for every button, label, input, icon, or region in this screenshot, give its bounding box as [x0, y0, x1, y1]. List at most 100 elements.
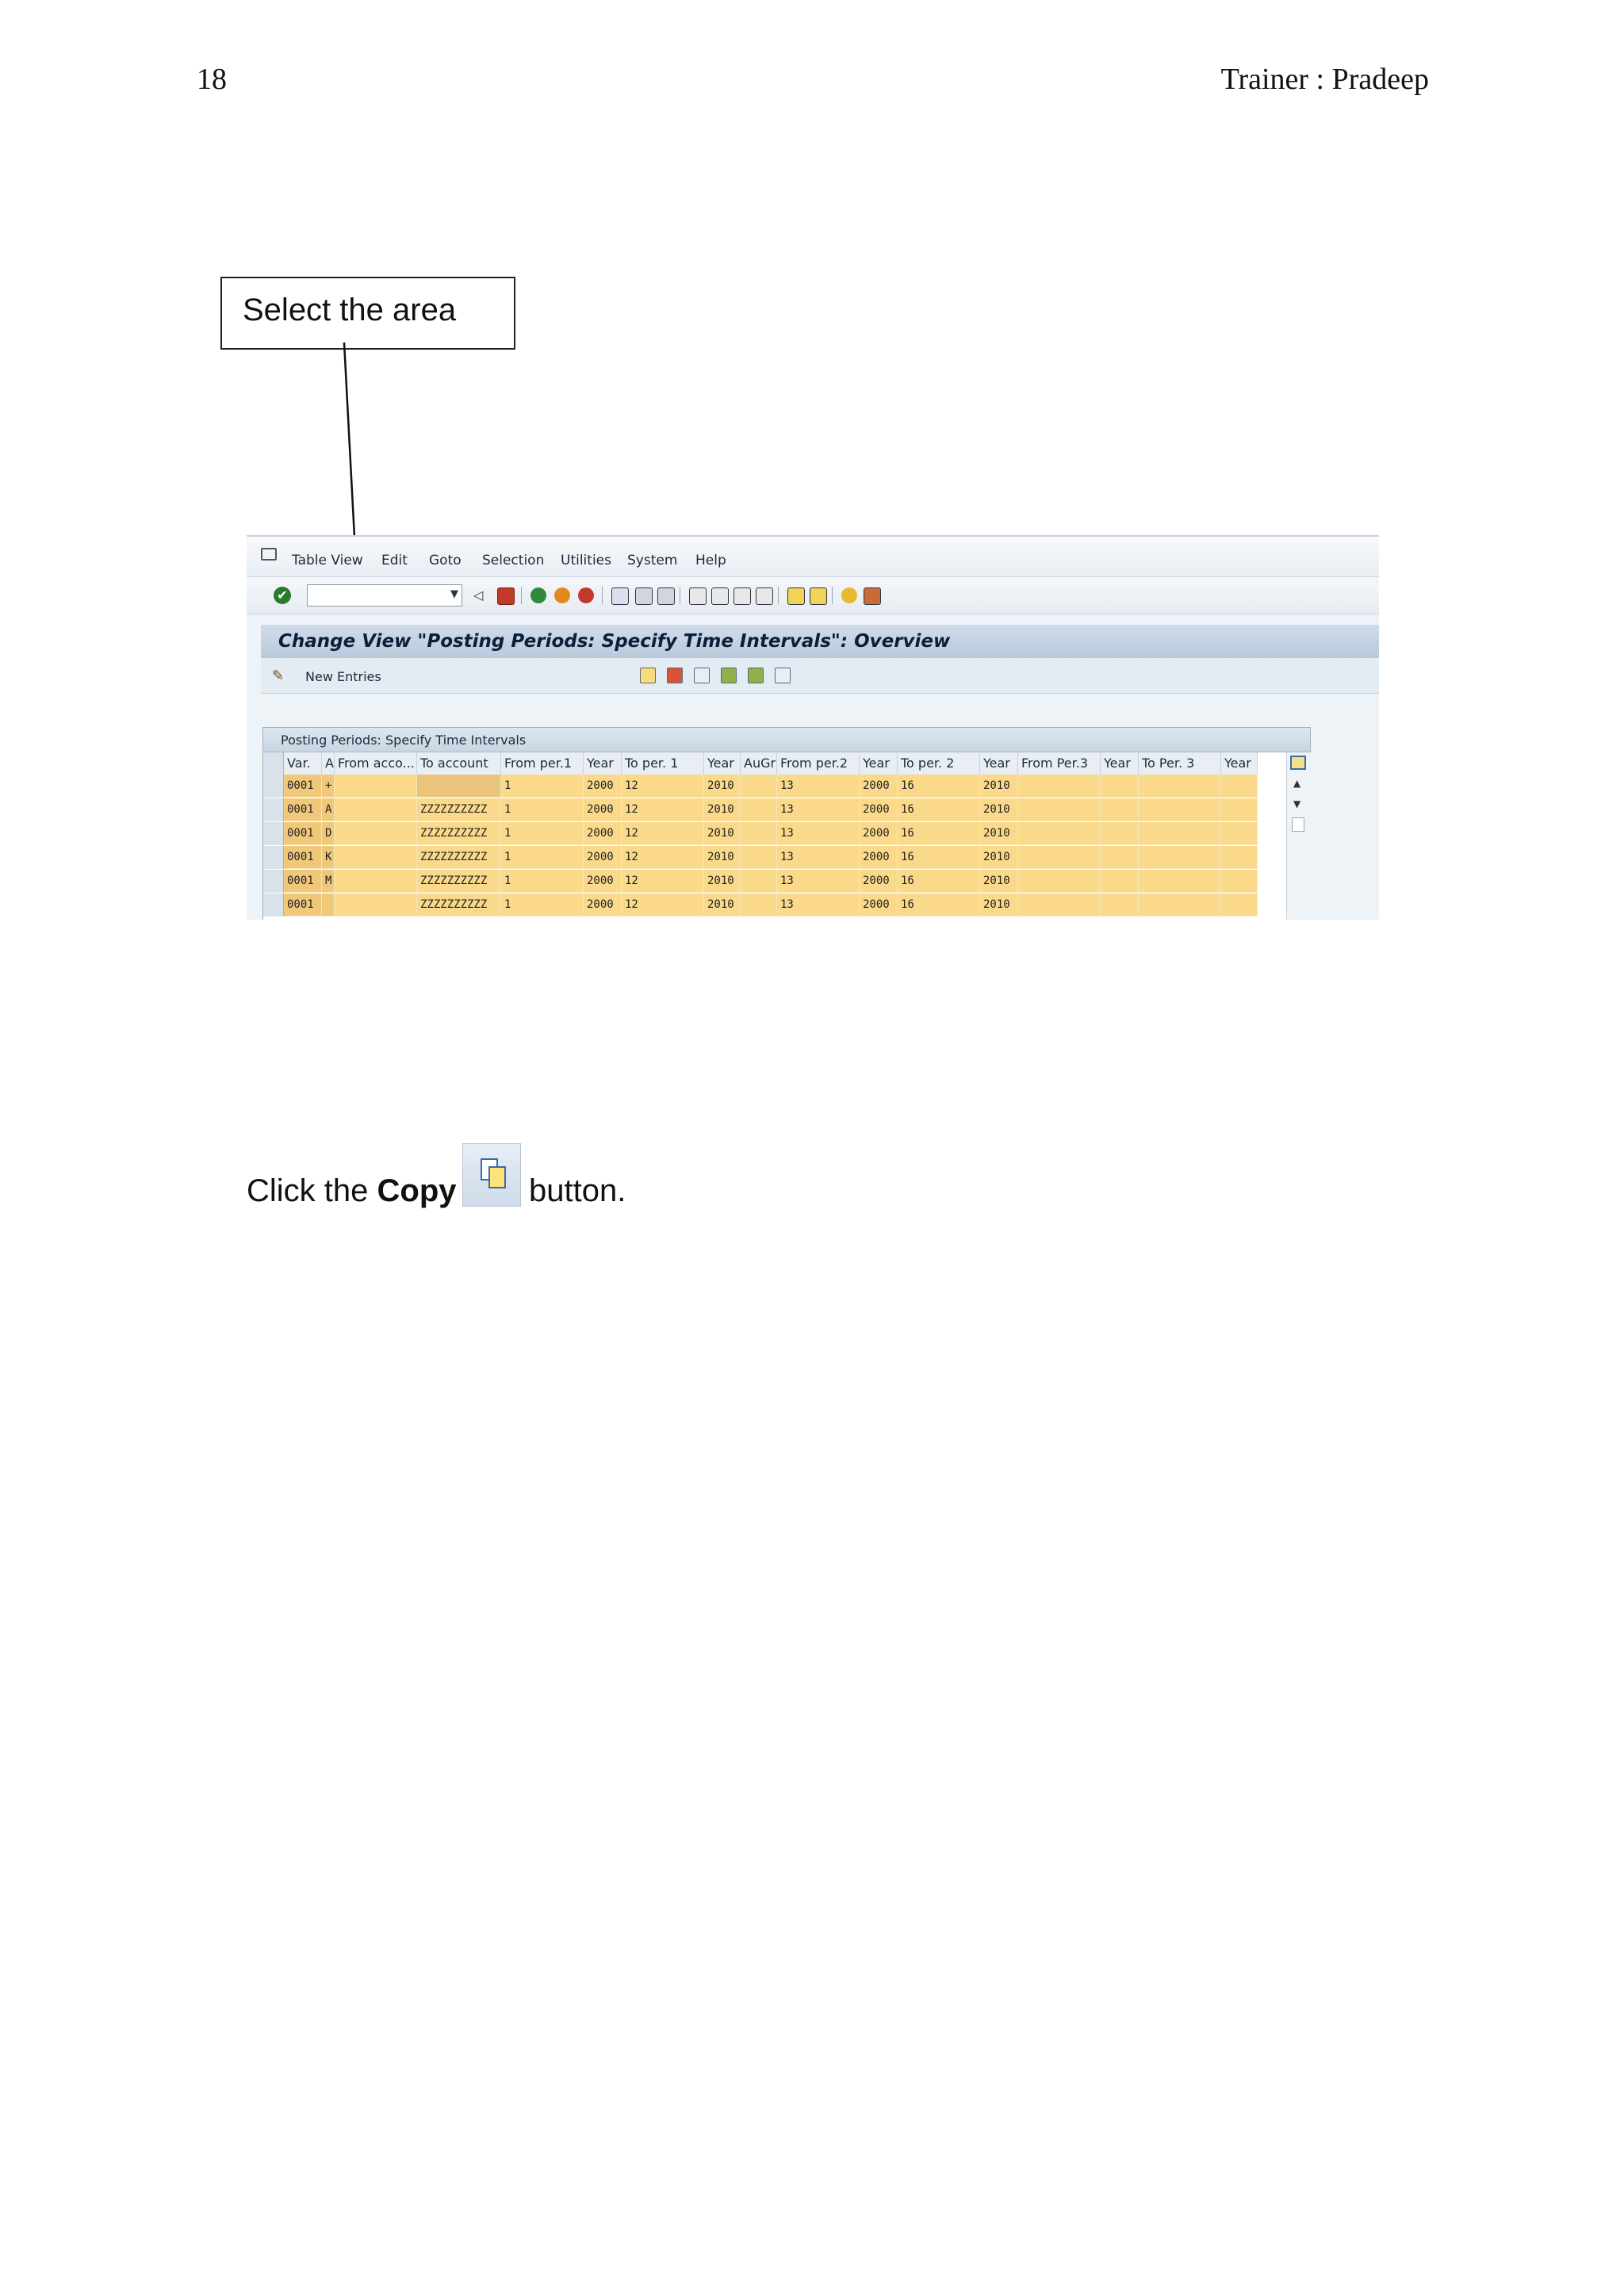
table-cell[interactable]: 12 [622, 870, 704, 893]
cancel-icon[interactable] [578, 587, 594, 603]
table-cell[interactable]: 2000 [584, 870, 622, 893]
table-cell[interactable]: 2010 [980, 775, 1018, 798]
table-cell[interactable]: D [322, 822, 335, 845]
table-cell[interactable] [1101, 846, 1139, 869]
table-cell[interactable] [1139, 822, 1221, 845]
help-icon[interactable] [841, 587, 857, 603]
table-cell[interactable] [741, 894, 777, 916]
create-session-icon[interactable] [787, 587, 805, 605]
column-header[interactable]: Year [584, 752, 622, 775]
column-header[interactable]: Year [1101, 752, 1139, 775]
table-cell[interactable] [1018, 894, 1101, 916]
table-cell[interactable]: ZZZZZZZZZZ [417, 822, 501, 845]
table-settings-icon[interactable] [1290, 756, 1306, 770]
table-cell[interactable] [1221, 775, 1258, 798]
enter-check-icon[interactable]: ✔ [274, 587, 291, 604]
table-cell[interactable] [335, 846, 417, 869]
table-cell[interactable]: 2000 [860, 894, 898, 916]
table-cell[interactable]: 0001 [284, 798, 322, 821]
table-cell[interactable]: 12 [622, 775, 704, 798]
row-selector[interactable] [263, 870, 284, 893]
table-cell[interactable]: 2010 [980, 846, 1018, 869]
table-cell[interactable]: 2000 [860, 798, 898, 821]
table-cell[interactable]: 13 [777, 870, 860, 893]
menu-goto[interactable]: Goto [429, 553, 462, 568]
column-header[interactable]: To per. 1 [622, 752, 704, 775]
column-header[interactable]: To account [417, 752, 501, 775]
table-cell[interactable]: 2000 [860, 870, 898, 893]
table-cell[interactable]: 2000 [860, 822, 898, 845]
table-cell[interactable] [1221, 870, 1258, 893]
table-cell[interactable] [741, 822, 777, 845]
column-header[interactable]: Year [860, 752, 898, 775]
table-cell[interactable]: 2000 [584, 822, 622, 845]
table-cell[interactable]: 2000 [584, 894, 622, 916]
row-selector[interactable] [263, 894, 284, 916]
table-cell[interactable]: 12 [622, 798, 704, 821]
table-cell[interactable] [1018, 870, 1101, 893]
vertical-scrollbar[interactable]: ▲ ▼ [1286, 752, 1311, 920]
back-nav-icon[interactable] [530, 587, 546, 603]
table-cell[interactable]: 2010 [704, 870, 741, 893]
display-change-icon[interactable]: ✎ [272, 668, 284, 684]
table-cell[interactable] [1018, 846, 1101, 869]
table-cell[interactable]: 2010 [704, 775, 741, 798]
table-cell[interactable] [1101, 798, 1139, 821]
dropdown-arrow-icon[interactable]: ▼ [450, 588, 458, 600]
copy-as-icon[interactable] [640, 668, 656, 683]
select-all-icon[interactable] [721, 668, 737, 683]
deselect-all-icon[interactable] [775, 668, 791, 683]
table-cell[interactable]: 0001 [284, 870, 322, 893]
table-cell[interactable]: 2010 [704, 846, 741, 869]
shortcut-icon[interactable] [810, 587, 827, 605]
table-cell[interactable] [741, 798, 777, 821]
scroll-thumb[interactable] [1292, 817, 1304, 832]
table-cell[interactable]: 2010 [980, 894, 1018, 916]
table-cell[interactable]: ZZZZZZZZZZ [417, 894, 501, 916]
last-page-icon[interactable] [756, 587, 773, 605]
table-cell[interactable] [1139, 870, 1221, 893]
scroll-up-icon[interactable]: ▲ [1293, 778, 1300, 789]
find-icon[interactable] [635, 587, 653, 605]
table-cell[interactable]: 1 [501, 798, 584, 821]
table-cell[interactable]: 13 [777, 846, 860, 869]
table-cell[interactable] [1139, 846, 1221, 869]
column-header[interactable]: Var. [284, 752, 322, 775]
table-cell[interactable] [1018, 798, 1101, 821]
table-cell[interactable] [741, 846, 777, 869]
back-icon[interactable]: ◁ [473, 587, 489, 603]
select-all-cell[interactable] [263, 752, 284, 775]
table-cell[interactable]: 2010 [704, 822, 741, 845]
table-cell[interactable]: 0001 [284, 846, 322, 869]
column-header[interactable]: From acco... [335, 752, 417, 775]
table-cell[interactable] [1221, 894, 1258, 916]
menu-edit[interactable]: Edit [381, 553, 408, 568]
table-cell[interactable]: 16 [898, 798, 980, 821]
table-cell[interactable]: 2000 [860, 775, 898, 798]
table-cell[interactable] [1139, 798, 1221, 821]
table-cell[interactable]: 2010 [704, 798, 741, 821]
menu-selection[interactable]: Selection [482, 553, 544, 568]
table-cell[interactable]: 16 [898, 870, 980, 893]
print-icon[interactable] [611, 587, 629, 605]
table-cell[interactable]: 13 [777, 894, 860, 916]
table-cell[interactable]: 1 [501, 775, 584, 798]
scroll-down-icon[interactable]: ▼ [1293, 798, 1300, 809]
table-cell[interactable]: 2010 [980, 798, 1018, 821]
column-header[interactable]: A [322, 752, 335, 775]
row-selector[interactable] [263, 822, 284, 845]
row-selector[interactable] [263, 775, 284, 798]
column-header[interactable]: Year [704, 752, 741, 775]
table-cell[interactable] [741, 775, 777, 798]
new-entries-button[interactable]: New Entries [305, 669, 381, 684]
first-page-icon[interactable] [689, 587, 707, 605]
layout-icon[interactable] [864, 587, 881, 605]
table-cell[interactable]: 0001 [284, 894, 322, 916]
menu-system[interactable]: System [627, 553, 677, 568]
table-cell[interactable]: 2010 [704, 894, 741, 916]
table-cell[interactable]: 16 [898, 894, 980, 916]
table-cell[interactable]: 0001 [284, 775, 322, 798]
table-cell[interactable]: M [322, 870, 335, 893]
table-cell[interactable] [335, 822, 417, 845]
table-cell[interactable]: 1 [501, 894, 584, 916]
